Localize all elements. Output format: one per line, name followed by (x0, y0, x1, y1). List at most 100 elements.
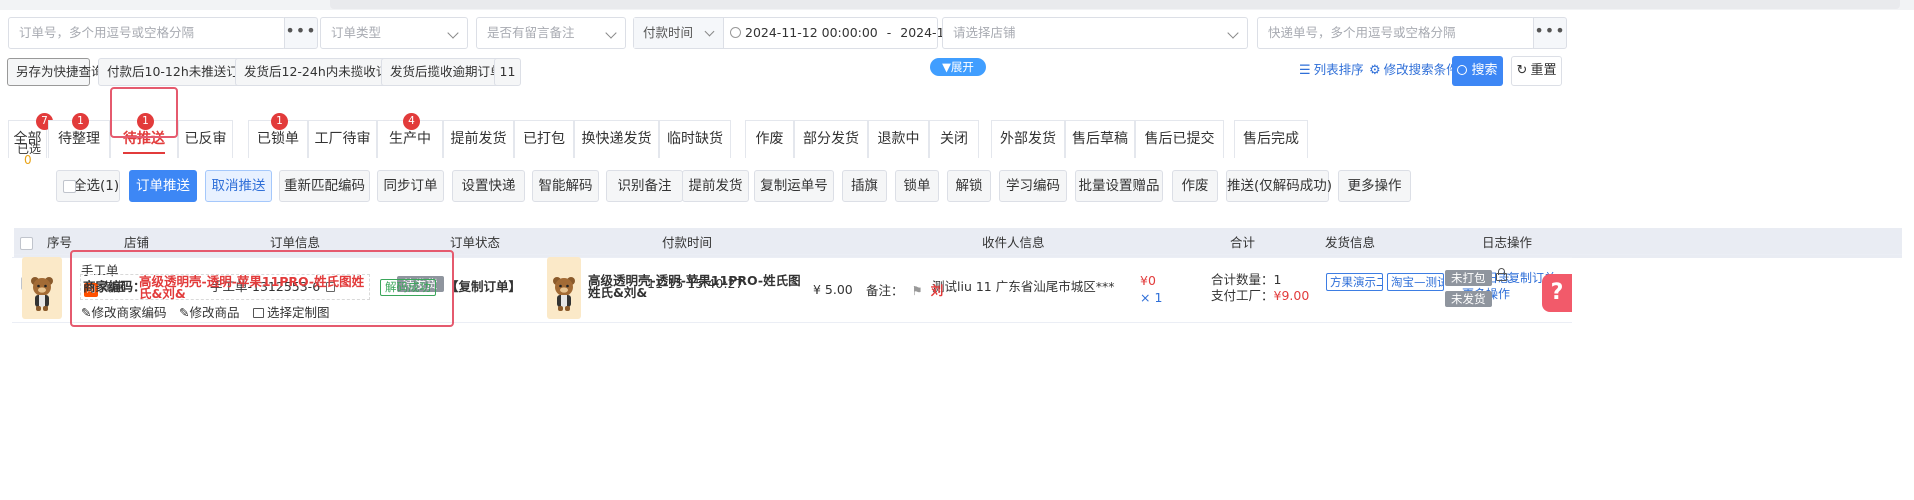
tab-13[interactable]: 部分发货 (794, 120, 868, 158)
copy-waybill-button[interactable]: 复制运单号 (754, 170, 834, 202)
help-icon: ? (1550, 280, 1564, 305)
flag-button[interactable]: 插旗 (842, 170, 887, 202)
help-float-button[interactable]: ? (1542, 274, 1572, 312)
remark-placeholder: 是否有留言备注 (487, 25, 575, 40)
tab-label: 售后完成 (1243, 131, 1299, 147)
advance-ship-button[interactable]: 提前发货 (682, 170, 749, 202)
quick-filter-3[interactable]: 发货后揽收逾期订单 (381, 58, 512, 86)
expand-button[interactable]: ▼展开 (930, 58, 986, 76)
express-more-button[interactable]: ••• (1533, 17, 1567, 49)
edit-product-button[interactable]: ✎修改商品 (179, 302, 240, 321)
product-name: 高级透明壳-透明-苹果11PRO-姓氏图姓氏&刘& (588, 273, 801, 300)
order-no-input[interactable]: 订单号，多个用逗号或空格分隔 (8, 17, 286, 49)
unlock-button[interactable]: 解锁 (947, 170, 991, 202)
sort-list-button[interactable]: ☰ 列表排序 (1299, 56, 1364, 85)
product-thumbnail[interactable] (22, 257, 62, 319)
item-amount: ¥0 (1140, 273, 1156, 288)
tab-5[interactable]: 已锁单 1 (248, 113, 308, 158)
tab-12[interactable]: 作废 (745, 120, 794, 158)
set-express-button[interactable]: 设置快递 (452, 170, 525, 202)
tab-label: 作废 (755, 131, 784, 147)
choose-image-label: 选择定制图 (267, 305, 330, 320)
more-actions-button[interactable]: 更多操作 (1338, 170, 1411, 202)
tab-4[interactable]: 已反审 (178, 120, 233, 158)
header-checkbox[interactable] (20, 237, 33, 250)
lock-order-button[interactable]: 锁单 (895, 170, 939, 202)
tab-label: 提前发货 (450, 131, 507, 147)
search-label: 搜索 (1471, 63, 1498, 78)
remark: 备注： ⚑ 刘 (866, 280, 943, 299)
order-no-more-button[interactable]: ••• (284, 17, 318, 49)
choose-image-button[interactable]: 选择定制图 (253, 302, 330, 321)
edit-code-label: 修改商家编码 (91, 305, 167, 320)
selected-count: 0 (24, 153, 32, 167)
reset-label: 重置 (1530, 63, 1557, 78)
gear-icon: ⚙ (1369, 63, 1381, 78)
tab-10[interactable]: 换快递发货 (574, 120, 659, 158)
select-all-label: 全选(1) (73, 178, 120, 194)
tab-11[interactable]: 临时缺货 (659, 120, 731, 158)
cancel-push-button[interactable]: 取消推送 (205, 170, 272, 202)
tab-2[interactable]: 待整理 1 (48, 113, 110, 158)
chevron-down-icon (605, 27, 617, 39)
tab-label: 待整理 (58, 131, 100, 147)
tab-19[interactable]: 售后完成 (1234, 120, 1308, 158)
tab-label: 外部发货 (1000, 131, 1056, 147)
time-type-select[interactable]: 付款时间 (634, 18, 724, 48)
rematch-code-button[interactable]: 重新匹配编码 (279, 170, 370, 202)
search-button[interactable]: 搜索 (1452, 56, 1503, 86)
search-icon (1457, 65, 1468, 75)
chevron-down-icon (1227, 27, 1239, 39)
remark-label: 备注： (866, 283, 904, 298)
date-range-picker[interactable]: 付款时间 2024-11-12 00:00:00 - 2024-11-18 23… (633, 17, 1033, 49)
product-image[interactable] (547, 257, 581, 319)
edit-code-button[interactable]: ✎修改商家编码 (81, 302, 167, 321)
tab-14[interactable]: 退款中 (868, 120, 929, 158)
remark-value: 刘 (930, 283, 944, 298)
checkbox-icon (63, 180, 76, 193)
reset-button[interactable]: ↻ 重置 (1511, 56, 1562, 86)
sync-order-button[interactable]: 同步订单 (377, 170, 444, 202)
merchant-code-label: 商家编码： (83, 279, 146, 294)
order-type-placeholder: 订单类型 (331, 25, 382, 40)
chevron-down-icon (704, 26, 715, 37)
learn-code-button[interactable]: 学习编码 (999, 170, 1067, 202)
express-no-input[interactable]: 快递单号，多个用逗号或空格分隔 (1257, 17, 1535, 49)
flag-icon[interactable]: ⚑ (912, 283, 923, 298)
select-all-checkbox[interactable]: 全选(1) (56, 170, 120, 202)
shop-select[interactable]: 请选择店铺 (942, 17, 1248, 49)
push-decoded-button[interactable]: 推送(仅解码成功) (1226, 170, 1332, 202)
tab-16[interactable]: 外部发货 (991, 120, 1065, 158)
remark-select[interactable]: 是否有留言备注 (476, 17, 626, 49)
void-button[interactable]: 作废 (1172, 170, 1218, 202)
tab-6[interactable]: 工厂待审 (308, 120, 377, 158)
edit-conditions-button[interactable]: ⚙ 修改搜索条件 (1369, 56, 1459, 85)
sort-list-label: 列表排序 (1313, 62, 1364, 77)
push-order-button[interactable]: 订单推送 (129, 170, 197, 202)
tab-label: 已锁单 (257, 131, 299, 147)
tab-label: 关闭 (940, 131, 968, 147)
recognize-remark-button[interactable]: 识别备注 (606, 170, 683, 202)
tab-8[interactable]: 提前发货 (443, 120, 514, 158)
batch-gift-button[interactable]: 批量设置赠品 (1075, 170, 1163, 202)
tab-17[interactable]: 售后草稿 (1065, 120, 1135, 158)
tab-15[interactable]: 关闭 (929, 120, 979, 158)
edit-product-label: 修改商品 (189, 305, 240, 320)
smart-decode-button[interactable]: 智能解码 (532, 170, 599, 202)
tab-label: 工厂待审 (314, 131, 371, 147)
tab-18[interactable]: 售后已提交 (1135, 120, 1224, 158)
tab-count-badge: 1 (271, 113, 288, 130)
shop-placeholder: 请选择店铺 (953, 25, 1016, 40)
date-separator: - (886, 25, 892, 40)
lock-icon[interactable] (1496, 268, 1507, 281)
tab-9[interactable]: 已打包 (514, 120, 574, 158)
tab-count-badge: 1 (72, 113, 89, 130)
highlight-box-tab (110, 87, 178, 138)
order-type-select[interactable]: 订单类型 (320, 17, 468, 49)
tab-7[interactable]: 生产中 4 (377, 113, 443, 158)
save-quick-query-button[interactable]: 另存为快捷查询 (7, 58, 104, 86)
quick-filter-4[interactable]: 11 (494, 58, 521, 86)
tab-label: 已打包 (523, 131, 565, 147)
time-type-label: 付款时间 (643, 25, 694, 40)
bear-image-icon (31, 277, 53, 311)
